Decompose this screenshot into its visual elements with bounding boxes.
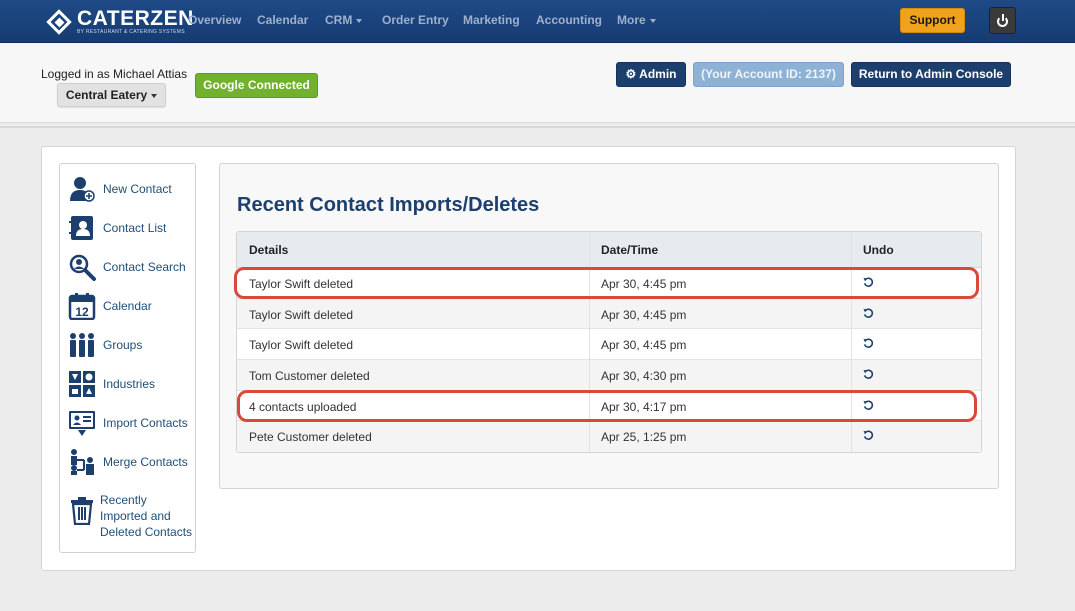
undo-icon[interactable] (863, 369, 874, 380)
sidebar-item-label: Recently Imported and Deleted Contacts (100, 493, 193, 539)
column-header-details: Details (249, 243, 289, 257)
sidebar-item-merge-contacts[interactable]: Merge Contacts (60, 444, 195, 480)
table-row: Taylor Swift deleted Apr 30, 4:45 pm (237, 298, 981, 330)
industries-icon (69, 371, 95, 397)
merge-icon (71, 449, 94, 475)
nav-order-entry[interactable]: Order Entry (382, 13, 449, 27)
new-contact-icon (70, 177, 95, 202)
sidebar-item-calendar[interactable]: 12 Calendar (60, 288, 195, 324)
column-header-datetime: Date/Time (601, 243, 659, 257)
return-admin-console-button[interactable]: Return to Admin Console (851, 62, 1011, 87)
sidebar-item-label: Industries (103, 377, 156, 391)
admin-label: Admin (639, 67, 677, 81)
brand-name: CATERZEN (77, 7, 194, 30)
imports-deletes-table: Details Date/Time Undo Taylor Swift dele… (236, 231, 982, 454)
location-label: Central Eatery (65, 88, 148, 102)
support-button[interactable]: Support (900, 8, 965, 33)
nav-calendar[interactable]: Calendar (257, 13, 308, 27)
nav-crm[interactable]: CRM (325, 13, 363, 27)
sidebar-item-industries[interactable]: Industries (60, 366, 195, 402)
row-datetime: Apr 30, 4:45 pm (601, 307, 687, 322)
sidebar-item-label: Contact List (103, 221, 167, 235)
table-row: 4 contacts uploaded Apr 30, 4:17 pm (237, 390, 981, 422)
row-datetime: Apr 30, 4:30 pm (601, 369, 687, 384)
top-nav: CATERZEN BY RESTAURANT & CATERING SYSTEM… (0, 0, 1075, 43)
sidebar-item-label: Import Contacts (103, 416, 188, 430)
table-row: Pete Customer deleted Apr 25, 1:25 pm (237, 421, 981, 453)
column-header-undo: Undo (863, 243, 894, 257)
row-details: Taylor Swift deleted (249, 338, 354, 353)
gear-icon: ⚙ (625, 67, 637, 81)
sidebar-item-contact-search[interactable]: Contact Search (60, 249, 195, 285)
undo-icon[interactable] (863, 277, 874, 288)
calendar-icon: 12 (68, 293, 96, 320)
row-datetime: Apr 30, 4:17 pm (601, 399, 687, 414)
nav-crm-label: CRM (325, 13, 353, 27)
nav-marketing[interactable]: Marketing (463, 13, 520, 27)
chevron-down-icon (649, 18, 656, 23)
nav-more[interactable]: More (617, 13, 656, 27)
sidebar-item-recently-imported-deleted[interactable]: Recently Imported and Deleted Contacts (60, 488, 195, 544)
undo-icon[interactable] (863, 338, 874, 349)
chevron-down-icon (356, 18, 363, 23)
logo-icon (46, 8, 72, 35)
contact-list-icon (69, 216, 93, 240)
sidebar-item-label: New Contact (103, 182, 172, 196)
sidebar-item-groups[interactable]: Groups (60, 327, 195, 363)
table-row: Taylor Swift deleted Apr 30, 4:45 pm (237, 268, 981, 299)
admin-button[interactable]: ⚙ Admin (616, 62, 686, 87)
table-header: Details Date/Time Undo (237, 232, 981, 268)
row-details: Taylor Swift deleted (249, 277, 354, 291)
brand-tagline: BY RESTAURANT & CATERING SYSTEMS (77, 29, 185, 35)
row-datetime: Apr 30, 4:45 pm (601, 338, 687, 353)
sidebar-item-new-contact[interactable]: New Contact (60, 171, 195, 207)
nav-more-label: More (617, 13, 646, 27)
import-icon (69, 411, 95, 436)
table-row: Taylor Swift deleted Apr 30, 4:45 pm (237, 329, 981, 361)
row-details: Tom Customer deleted (249, 369, 370, 384)
row-details: Pete Customer deleted (249, 430, 372, 445)
row-details: 4 contacts uploaded (249, 399, 357, 414)
sidebar-item-label: Merge Contacts (103, 455, 188, 469)
logout-button[interactable] (989, 7, 1016, 34)
undo-icon[interactable] (863, 430, 874, 441)
chevron-down-icon (151, 93, 158, 98)
divider (0, 126, 1075, 128)
search-icon (69, 254, 96, 281)
caterzen-logo[interactable]: CATERZEN BY RESTAURANT & CATERING SYSTEM… (46, 8, 194, 35)
sidebar: New Contact Contact List Contact Search … (59, 163, 196, 553)
nav-accounting[interactable]: Accounting (536, 13, 602, 27)
row-datetime: Apr 30, 4:45 pm (601, 277, 687, 291)
sidebar-item-label: Contact Search (103, 260, 186, 274)
row-datetime: Apr 25, 1:25 pm (601, 430, 687, 445)
sidebar-item-label: Groups (103, 338, 143, 352)
row-details: Taylor Swift deleted (249, 307, 354, 322)
nav-overview[interactable]: Overview (188, 13, 241, 27)
undo-icon[interactable] (863, 400, 874, 411)
undo-icon[interactable] (863, 308, 874, 319)
calendar-day: 12 (75, 305, 89, 319)
sidebar-item-contact-list[interactable]: Contact List (60, 210, 195, 246)
location-dropdown[interactable]: Central Eatery (57, 83, 166, 107)
account-id-button: (Your Account ID: 2137) (693, 62, 844, 87)
sidebar-item-import-contacts[interactable]: Import Contacts (60, 405, 195, 441)
table-row: Tom Customer deleted Apr 30, 4:30 pm (237, 360, 981, 391)
google-connected-button[interactable]: Google Connected (195, 73, 318, 98)
trash-icon (71, 497, 93, 525)
page-title: Recent Contact Imports/Deletes (237, 194, 540, 216)
groups-icon (70, 333, 94, 357)
logged-in-text: Logged in as Michael Attias (41, 67, 188, 81)
sidebar-item-label: Calendar (103, 299, 152, 313)
